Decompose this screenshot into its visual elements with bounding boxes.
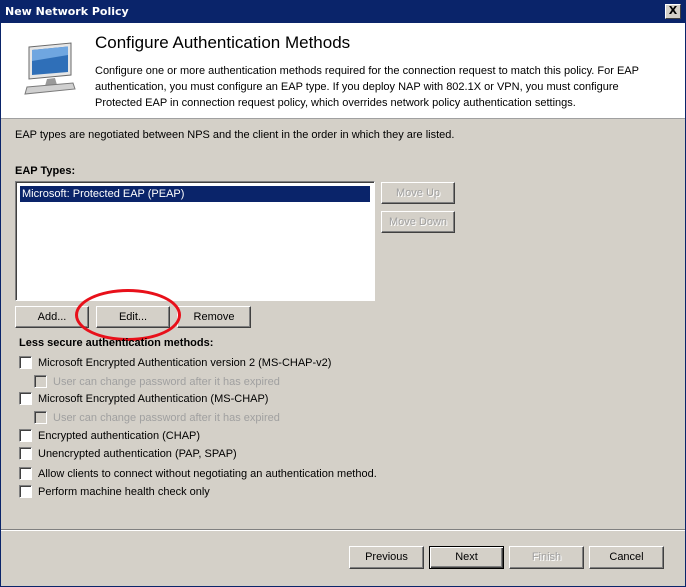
next-button[interactable]: Next: [429, 546, 504, 569]
checkbox-label: Microsoft Encrypted Authentication (MS-C…: [38, 392, 269, 405]
finish-button[interactable]: Finish: [509, 546, 584, 569]
checkbox-label: Allow clients to connect without negotia…: [38, 467, 377, 480]
list-item[interactable]: Microsoft: Protected EAP (PEAP): [20, 186, 370, 202]
less-secure-label: Less secure authentication methods:: [19, 337, 214, 349]
page-title: Configure Authentication Methods: [95, 33, 351, 52]
window-title: New Network Policy: [5, 5, 129, 18]
ms-chap-v2-change-password-option[interactable]: User can change password after it has ex…: [34, 375, 280, 388]
ms-chap-v2-option[interactable]: Microsoft Encrypted Authentication versi…: [19, 356, 331, 369]
previous-button[interactable]: Previous: [349, 546, 424, 569]
eap-types-label: EAP Types:: [15, 165, 76, 177]
highlight-oval: [75, 289, 181, 341]
cancel-button[interactable]: Cancel: [589, 546, 664, 569]
checkbox-label: Encrypted authentication (CHAP): [38, 429, 201, 442]
move-down-button[interactable]: Move Down: [381, 211, 455, 233]
chap-option[interactable]: Encrypted authentication (CHAP): [19, 429, 200, 442]
page-description: Configure one or more authentication met…: [95, 65, 639, 109]
ms-chap-v2-checkbox[interactable]: [19, 356, 32, 369]
ms-chap-change-password-checkbox[interactable]: [34, 411, 47, 424]
pap-spap-option[interactable]: Unencrypted authentication (PAP, SPAP): [19, 447, 237, 460]
checkbox-label: Microsoft Encrypted Authentication versi…: [38, 356, 332, 369]
intro-text: EAP types are negotiated between NPS and…: [15, 129, 455, 141]
health-check-option[interactable]: Perform machine health check only: [19, 485, 210, 498]
no-negotiation-option[interactable]: Allow clients to connect without negotia…: [19, 467, 377, 480]
ms-chap-option[interactable]: Microsoft Encrypted Authentication (MS-C…: [19, 392, 268, 405]
checkbox-label: Unencrypted authentication (PAP, SPAP): [38, 447, 237, 460]
eap-types-list[interactable]: Microsoft: Protected EAP (PEAP): [15, 181, 375, 301]
footer-divider: [1, 529, 685, 531]
new-network-policy-dialog: New Network Policy X Configure Authentic…: [0, 0, 686, 587]
close-button[interactable]: X: [665, 4, 681, 19]
pap-spap-checkbox[interactable]: [19, 447, 32, 460]
computer-monitor-icon: [24, 42, 76, 95]
no-negotiation-checkbox[interactable]: [19, 467, 32, 480]
remove-button[interactable]: Remove: [177, 306, 251, 328]
move-up-button[interactable]: Move Up: [381, 182, 455, 204]
ms-chap-change-password-option[interactable]: User can change password after it has ex…: [34, 411, 280, 424]
health-check-checkbox[interactable]: [19, 485, 32, 498]
title-bar: New Network Policy X: [1, 1, 685, 23]
wizard-header: Configure Authentication Methods Configu…: [1, 23, 685, 119]
ms-chap-v2-change-password-checkbox[interactable]: [34, 375, 47, 388]
ms-chap-checkbox[interactable]: [19, 392, 32, 405]
checkbox-label: User can change password after it has ex…: [53, 375, 280, 388]
chap-checkbox[interactable]: [19, 429, 32, 442]
checkbox-label: Perform machine health check only: [38, 485, 210, 498]
checkbox-label: User can change password after it has ex…: [53, 411, 280, 424]
